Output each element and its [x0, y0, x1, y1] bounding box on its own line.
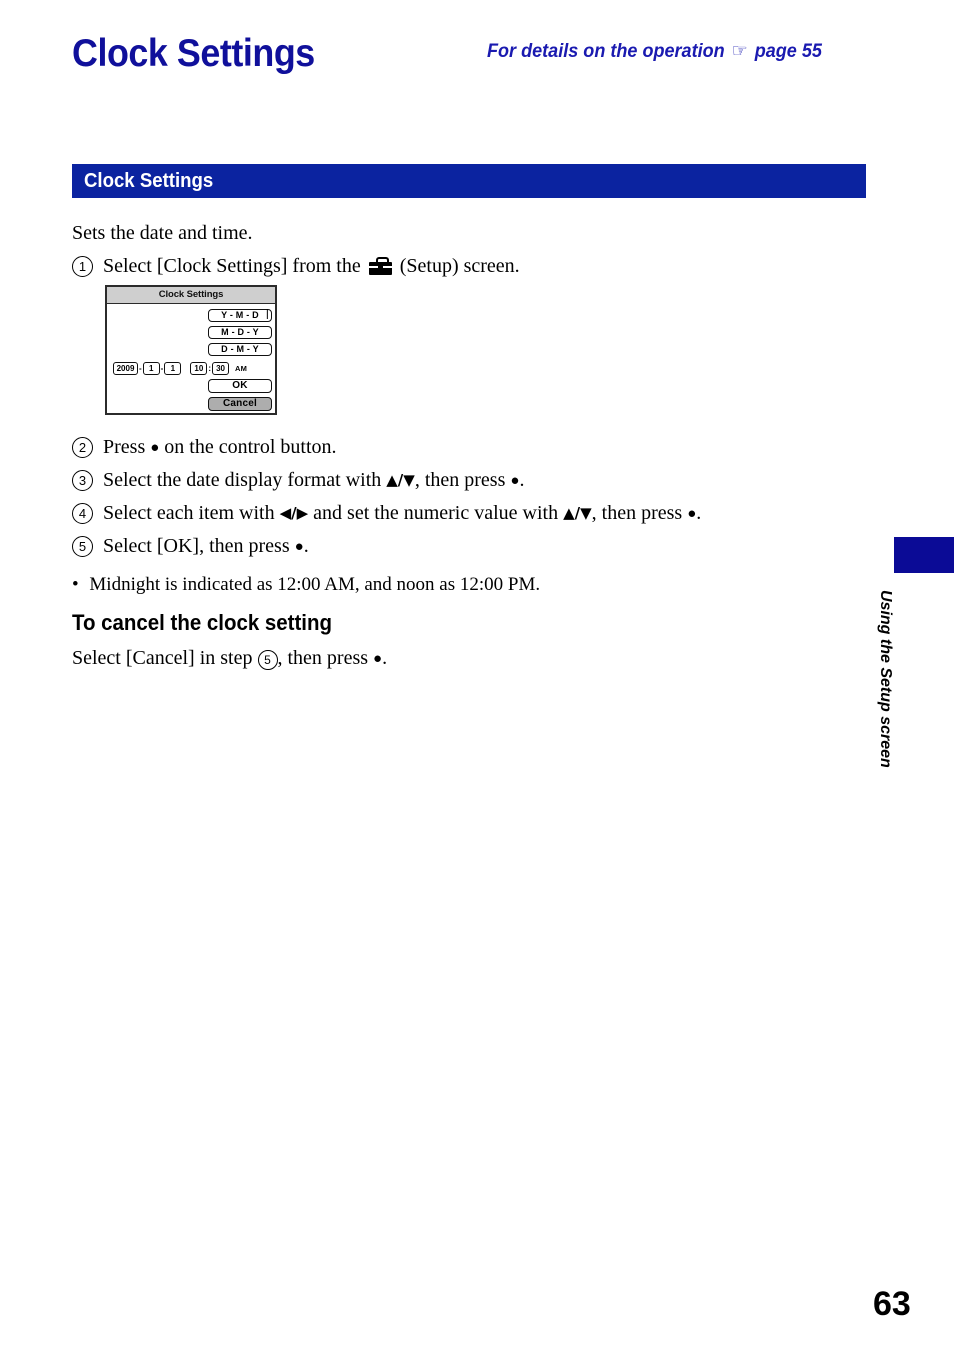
step-4-text-d: . [696, 502, 702, 524]
steps-upper: 1 Select [Clock Settings] from the (Setu… [72, 253, 862, 285]
mockup-cancel-button[interactable]: Cancel [208, 397, 272, 411]
step-2-text: Press ● on the control button. [103, 434, 337, 461]
operation-note-page: page 55 [754, 41, 822, 62]
step-3-text-b: , then press [414, 469, 506, 491]
operation-reference-note: For details on the operation ☞ page 55 [487, 40, 822, 63]
step-3-text-a: Select the date display format with [103, 469, 382, 491]
note-line: • Midnight is indicated as 12:00 AM, and… [72, 572, 540, 598]
step-1-text-after: (Setup) screen. [399, 255, 520, 277]
step-1-text-before: Select [Clock Settings] from the [103, 255, 361, 277]
year-field[interactable]: 2009 [113, 361, 138, 375]
month-field[interactable]: 1 [142, 361, 160, 375]
step-1: 1 Select [Clock Settings] from the (Setu… [72, 253, 862, 279]
step-number-1: 1 [72, 256, 93, 277]
mockup-title: Clock Settings [158, 289, 224, 300]
step-4-text-b: and set the numeric value with [313, 502, 559, 524]
ampm-label: AM [235, 363, 248, 373]
pointing-hand-icon: ☞ [731, 41, 748, 62]
hour-field[interactable]: 10 [190, 361, 208, 375]
step-1-text: Select [Clock Settings] from the (Setup)… [103, 253, 520, 279]
step-4: 4 Select each item with ◀/▶ and set the … [72, 500, 872, 527]
cancel-instruction-after: , then press [277, 647, 369, 669]
control-button-dot-icon: ● [294, 539, 304, 555]
camera-screen-mockup: Clock Settings Y - M - D ⎹ M - D - Y D -… [105, 285, 277, 415]
note-text: Midnight is indicated as 12:00 AM, and n… [89, 574, 541, 595]
step-2: 2 Press ● on the control button. [72, 434, 872, 461]
mockup-ok-button[interactable]: OK [208, 379, 272, 393]
step-number-5: 5 [72, 536, 93, 557]
step-4-text: Select each item with ◀/▶ and set the nu… [103, 500, 701, 527]
control-button-dot-icon: ● [373, 651, 383, 667]
cancel-instruction-before: Select [Cancel] in step [72, 647, 253, 669]
format-option-ymd[interactable]: Y - M - D ⎹ [208, 309, 272, 322]
step-5-text-b: . [303, 535, 309, 557]
step-5: 5 Select [OK], then press ●. [72, 533, 872, 560]
format-option-dmy[interactable]: D - M - Y [208, 343, 272, 356]
step-4-text-c: , then press [591, 502, 683, 524]
up-down-arrows-icon: ▲/▼ [386, 471, 415, 489]
format-option-ymd-label: Y - M - D [221, 310, 259, 320]
step-5-text: Select [OK], then press ●. [103, 533, 309, 560]
note-bullet-icon: • [72, 574, 79, 595]
chapter-tab-marker [894, 537, 954, 573]
step-2-text-b: on the control button. [164, 436, 337, 458]
steps-lower: 2 Press ● on the control button. 3 Selec… [72, 434, 872, 566]
section-header-label: Clock Settings [84, 170, 214, 192]
step-3: 3 Select the date display format with ▲/… [72, 467, 872, 494]
toolbox-icon [368, 257, 392, 275]
subheading-cancel-clock-setting: To cancel the clock setting [72, 610, 332, 635]
chapter-side-label: Using the Setup screen [877, 590, 894, 768]
inline-step-number: 5 [257, 650, 278, 670]
selection-cursor-icon: ⎹ [257, 309, 268, 320]
control-button-dot-icon: ● [687, 506, 697, 522]
step-5-text-a: Select [OK], then press [103, 535, 290, 557]
date-time-row: 2009 - 1 - 1 10 : 30 AM [113, 361, 247, 375]
step-3-text-c: . [519, 469, 525, 491]
control-button-dot-icon: ● [150, 440, 160, 456]
step-4-text-a: Select each item with [103, 502, 275, 524]
format-option-mdy[interactable]: M - D - Y [208, 326, 272, 339]
cancel-instruction-line: Select [Cancel] in step 5, then press ●. [72, 645, 387, 672]
step-number-3: 3 [72, 470, 93, 491]
minute-field[interactable]: 30 [212, 361, 230, 375]
date-separator-1: - [139, 363, 142, 373]
day-field[interactable]: 1 [164, 361, 182, 375]
section-header-bar: Clock Settings [72, 164, 866, 198]
step-number-2: 2 [72, 437, 93, 458]
step-3-text: Select the date display format with ▲/▼,… [103, 467, 524, 494]
operation-note-prefix: For details on the operation [487, 41, 725, 62]
page-number: 63 [873, 1285, 911, 1323]
step-number-4: 4 [72, 503, 93, 524]
left-right-arrows-icon: ◀/▶ [279, 504, 309, 522]
up-down-arrows-icon: ▲/▼ [563, 504, 592, 522]
cancel-instruction-end: . [382, 647, 388, 669]
intro-text: Sets the date and time. [72, 222, 253, 244]
step-2-text-a: Press [103, 436, 146, 458]
page-title: Clock Settings [72, 32, 315, 75]
